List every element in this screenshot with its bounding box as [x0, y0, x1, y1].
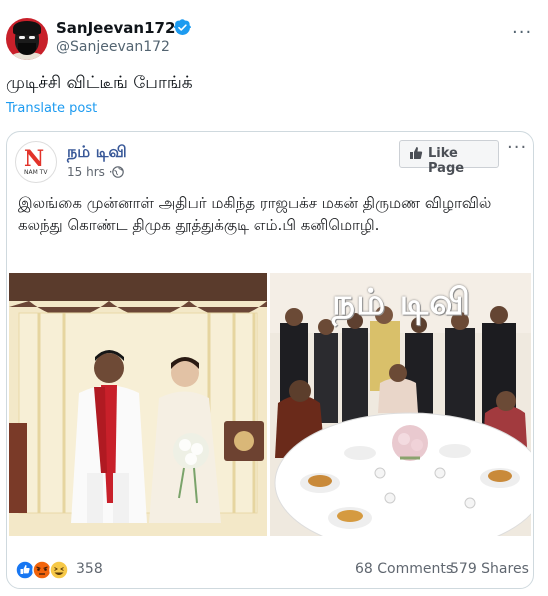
post-text: இலங்கை முன்னாள் அதிபர் மகிந்த ராஜபக்ச மக…	[18, 194, 492, 234]
embedded-post-card[interactable]: N NAM TV நம் டிவி 15 hrs · Like Page ···…	[6, 131, 534, 589]
card-more-options-icon[interactable]: ···	[507, 137, 527, 158]
globe-icon	[112, 166, 124, 178]
like-reaction-icon	[15, 560, 35, 580]
comments-count[interactable]: 68 Comments	[355, 561, 453, 577]
page-name[interactable]: நம் டிவி	[67, 142, 127, 163]
wedding-couple-photo[interactable]	[9, 273, 267, 536]
angry-reaction-icon	[32, 560, 52, 580]
author-display-name[interactable]: SanJeevan1721	[56, 19, 186, 37]
more-options-icon[interactable]: ···	[512, 22, 532, 43]
tweet-text: முடிச்சி விட்டீங் போங்க்	[6, 73, 193, 93]
post-time[interactable]: 15 hrs ·	[67, 165, 113, 179]
photo-watermark: நம் டிவி	[332, 282, 472, 323]
reaction-count[interactable]: 358	[76, 561, 103, 577]
verified-badge-icon	[174, 19, 191, 35]
reaction-icons[interactable]	[15, 560, 77, 580]
author-avatar[interactable]	[6, 18, 48, 60]
haha-reaction-icon	[49, 560, 69, 580]
shares-count[interactable]: 579 Shares	[450, 561, 529, 577]
translate-post-link[interactable]: Translate post	[6, 101, 97, 116]
thumbs-up-icon	[410, 147, 423, 159]
author-handle[interactable]: @Sanjeevan172	[56, 39, 170, 55]
like-page-button[interactable]: Like Page	[399, 140, 499, 176]
like-page-label: Like Page	[428, 146, 465, 176]
page-logo[interactable]: N NAM TV	[15, 141, 57, 183]
